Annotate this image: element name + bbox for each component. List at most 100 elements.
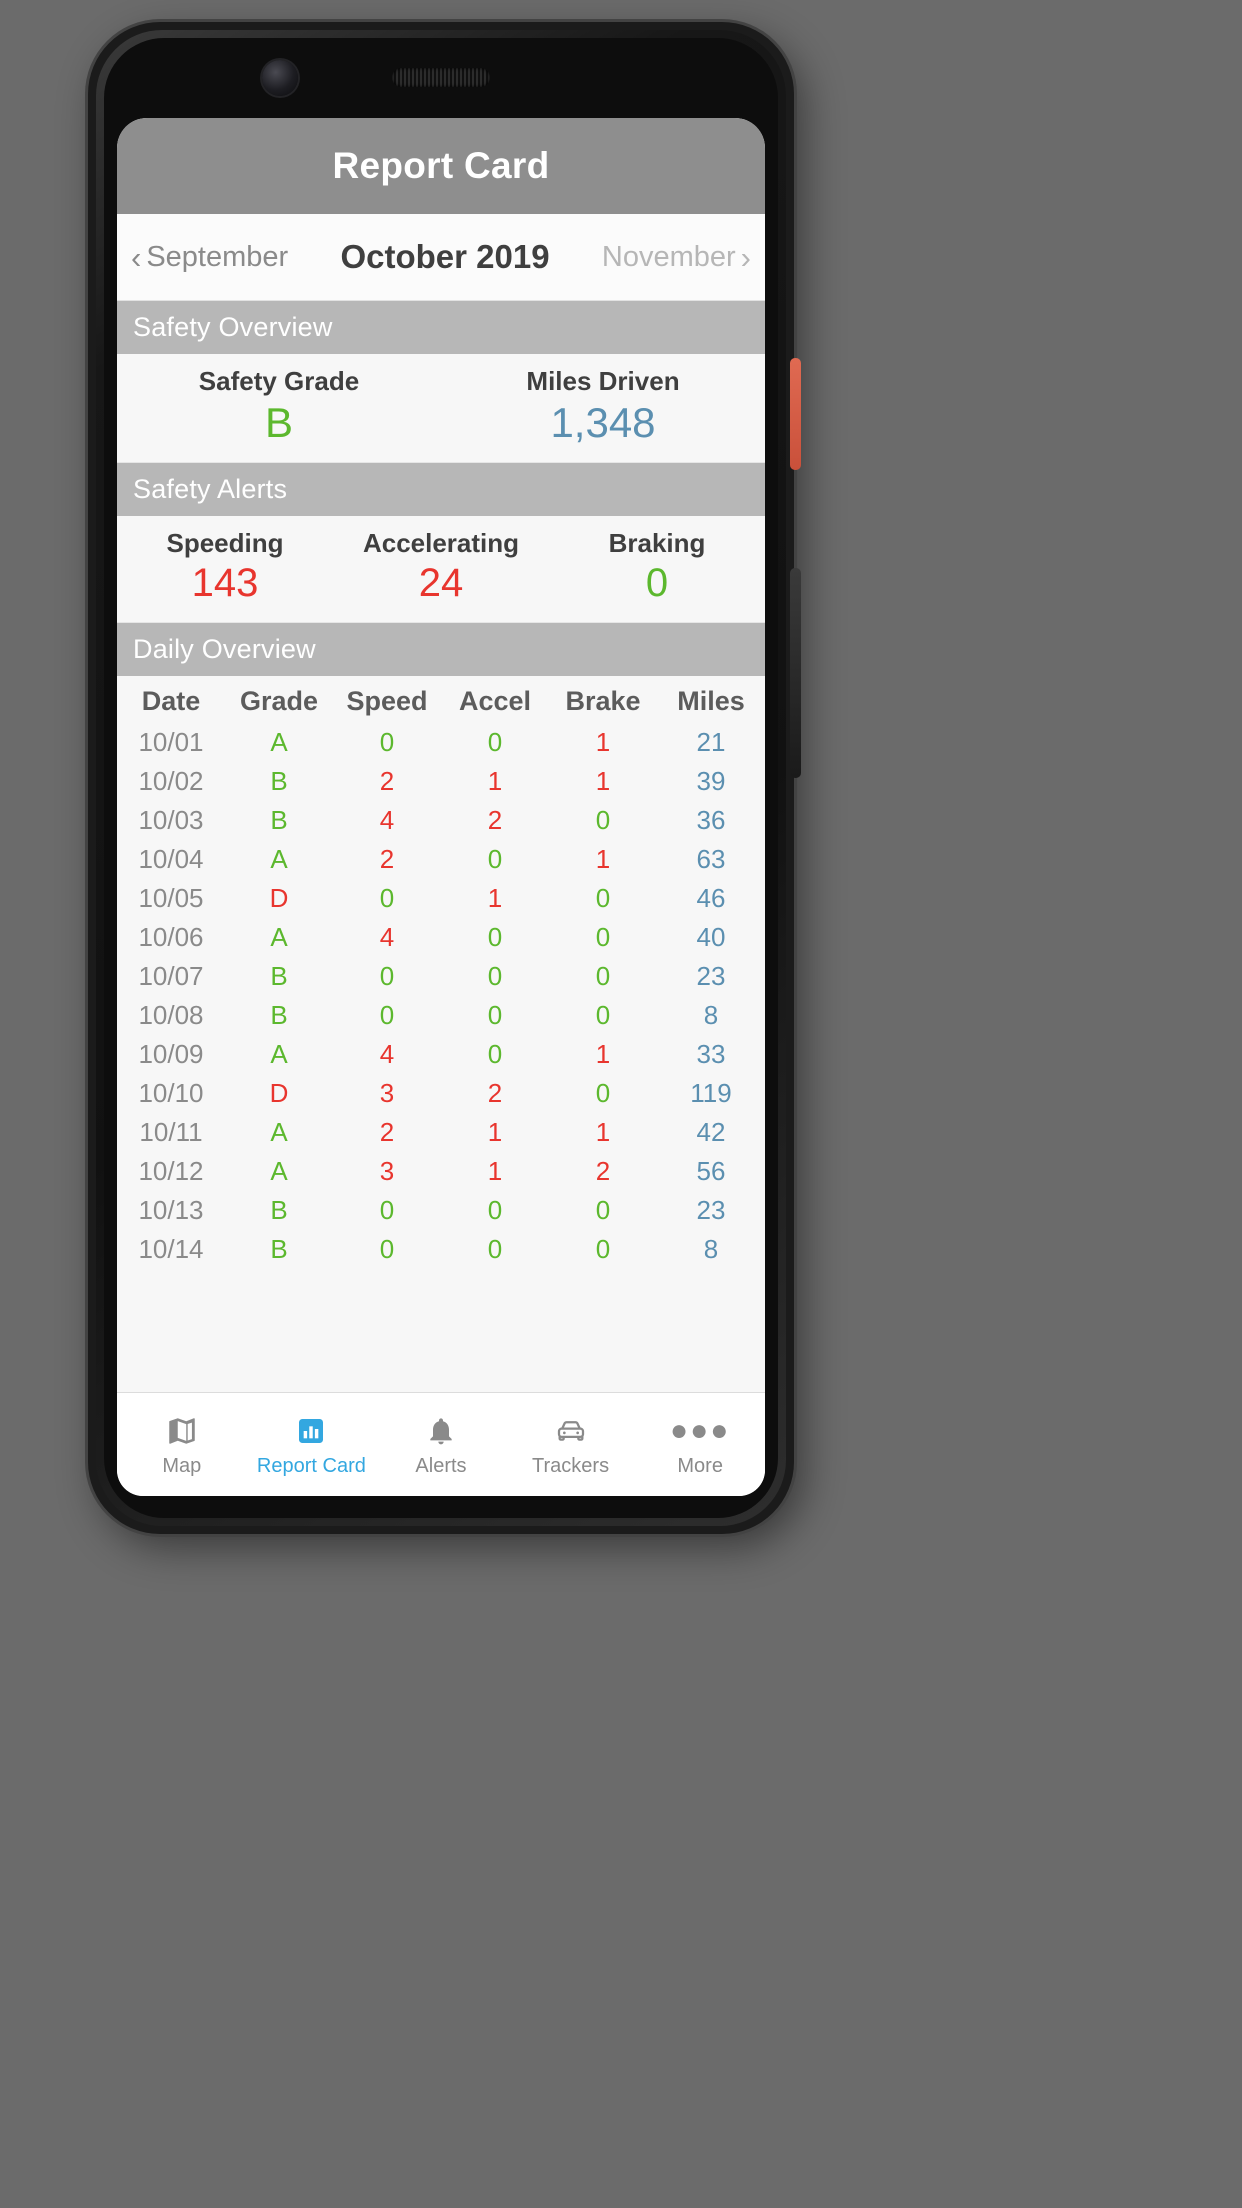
cell-grade: A xyxy=(270,726,288,757)
cell-date: 10/14 xyxy=(138,1233,204,1264)
table-row[interactable]: 10/13 B 0 0 0 23 xyxy=(117,1191,765,1230)
cell-speed: 2 xyxy=(379,1116,395,1147)
table-row[interactable]: 10/12 A 3 1 2 56 xyxy=(117,1152,765,1191)
cell-date: 10/02 xyxy=(138,765,204,796)
cell-brake: 0 xyxy=(595,804,611,835)
stat-label: Speeding xyxy=(166,528,284,559)
cell-miles: 56 xyxy=(696,1155,726,1186)
cell-speed: 4 xyxy=(379,804,395,835)
cell-date: 10/11 xyxy=(139,1116,203,1147)
table-row[interactable]: 10/03 B 4 2 0 36 xyxy=(117,801,765,840)
column-header-speed: Speed xyxy=(346,685,428,716)
cell-miles: 21 xyxy=(696,726,726,757)
daily-overview-table: Date Grade Speed Accel Brake Miles 10/01 A 0 0 1 2… xyxy=(117,675,765,1392)
cell-grade: B xyxy=(270,960,288,991)
table-row[interactable]: 10/04 A 2 0 1 63 xyxy=(117,840,765,879)
cell-date: 10/09 xyxy=(138,1038,204,1069)
table-header-row: Date Grade Speed Accel Brake Miles xyxy=(117,676,765,723)
cell-grade: A xyxy=(270,1155,288,1186)
app-bar: Report Card xyxy=(117,118,765,214)
cell-grade: A xyxy=(270,1116,288,1147)
tab-label: Map xyxy=(162,1454,202,1477)
table-row[interactable]: 10/05 D 0 1 0 46 xyxy=(117,879,765,918)
map-icon xyxy=(164,1412,200,1450)
cell-miles: 23 xyxy=(696,1194,726,1225)
cell-grade: A xyxy=(270,921,288,952)
section-header-safety-alerts: Safety Alerts xyxy=(117,463,765,517)
phone-screen: Report Card ‹ September October 2019 Nov… xyxy=(117,118,765,1496)
table-row[interactable]: 10/09 A 4 0 1 33 xyxy=(117,1035,765,1074)
cell-accel: 2 xyxy=(487,804,503,835)
prev-month-label: September xyxy=(146,240,289,273)
cell-speed: 0 xyxy=(379,1233,395,1264)
cell-accel: 0 xyxy=(487,1194,503,1225)
cell-brake: 1 xyxy=(595,1116,611,1147)
cell-date: 10/10 xyxy=(138,1077,204,1108)
cell-speed: 2 xyxy=(379,843,395,874)
bar-chart-icon xyxy=(295,1412,327,1450)
cell-miles: 46 xyxy=(696,882,726,913)
cell-date: 10/08 xyxy=(138,999,204,1030)
stat-value: 24 xyxy=(418,561,464,606)
tab-trackers[interactable]: Trackers xyxy=(506,1412,636,1478)
cell-miles: 33 xyxy=(696,1038,726,1069)
cell-grade: B xyxy=(270,1194,288,1225)
tab-label: Report Card xyxy=(256,1454,366,1477)
alert-stat-speeding: Speeding 143 xyxy=(117,528,333,606)
tab-more[interactable]: ●●● More xyxy=(635,1412,765,1478)
table-row[interactable]: 10/06 A 4 0 0 40 xyxy=(117,918,765,957)
next-month-button[interactable]: November › xyxy=(602,241,751,274)
chevron-left-icon: ‹ xyxy=(131,239,142,275)
current-month-label: October 2019 xyxy=(340,238,550,275)
front-camera-icon xyxy=(262,60,298,96)
table-row[interactable]: 10/14 B 0 0 0 8 xyxy=(117,1230,765,1269)
car-icon xyxy=(552,1412,590,1450)
table-row[interactable]: 10/10 D 3 2 0 119 xyxy=(117,1074,765,1113)
stat-value: 1,348 xyxy=(550,399,656,446)
column-header-accel: Accel xyxy=(458,685,532,716)
cell-accel: 0 xyxy=(487,999,503,1030)
tab-alerts[interactable]: Alerts xyxy=(376,1412,506,1478)
safety-overview-stats: Safety Grade B Miles Driven 1,348 xyxy=(117,354,765,464)
next-month-label: November xyxy=(601,240,736,273)
ellipsis-icon: ●●● xyxy=(669,1413,731,1447)
cell-miles: 42 xyxy=(696,1116,726,1147)
cell-date: 10/07 xyxy=(138,960,204,991)
column-header-miles: Miles xyxy=(677,685,745,716)
stat-label: Accelerating xyxy=(362,528,520,559)
cell-brake: 0 xyxy=(595,1077,611,1108)
volume-button[interactable] xyxy=(790,568,801,778)
earpiece-speaker-icon xyxy=(392,68,490,87)
tab-report-card[interactable]: Report Card xyxy=(247,1412,377,1478)
cell-speed: 0 xyxy=(379,726,395,757)
stat-value: B xyxy=(264,399,293,446)
section-header-daily-overview: Daily Overview xyxy=(117,622,765,676)
prev-month-button[interactable]: ‹ September xyxy=(131,241,288,274)
table-row[interactable]: 10/11 A 2 1 1 42 xyxy=(117,1113,765,1152)
alert-stat-accelerating: Accelerating 24 xyxy=(333,528,549,606)
table-row[interactable]: 10/07 B 0 0 0 23 xyxy=(117,957,765,996)
cell-accel: 1 xyxy=(487,882,503,913)
table-row[interactable]: 10/02 B 2 1 1 39 xyxy=(117,762,765,801)
table-row[interactable]: 10/01 A 0 0 1 21 xyxy=(117,723,765,762)
tab-map[interactable]: Map xyxy=(117,1412,247,1478)
cell-speed: 3 xyxy=(379,1077,395,1108)
power-button[interactable] xyxy=(790,358,801,470)
cell-accel: 0 xyxy=(487,921,503,952)
alert-stat-braking: Braking 0 xyxy=(549,528,765,606)
cell-grade: B xyxy=(270,765,288,796)
safety-alerts-stats: Speeding 143 Accelerating 24 Braking 0 xyxy=(117,516,765,623)
tab-label: Alerts xyxy=(415,1454,467,1477)
cell-brake: 2 xyxy=(595,1155,611,1186)
table-row[interactable]: 10/08 B 0 0 0 8 xyxy=(117,996,765,1035)
cell-brake: 0 xyxy=(595,1233,611,1264)
cell-miles: 63 xyxy=(696,843,726,874)
stat-label: Braking xyxy=(608,528,706,559)
cell-brake: 0 xyxy=(595,882,611,913)
cell-brake: 1 xyxy=(595,726,611,757)
bell-icon xyxy=(425,1412,457,1450)
stat-value: 143 xyxy=(191,561,259,606)
cell-brake: 0 xyxy=(595,1194,611,1225)
cell-accel: 0 xyxy=(487,960,503,991)
cell-grade: B xyxy=(270,999,288,1030)
